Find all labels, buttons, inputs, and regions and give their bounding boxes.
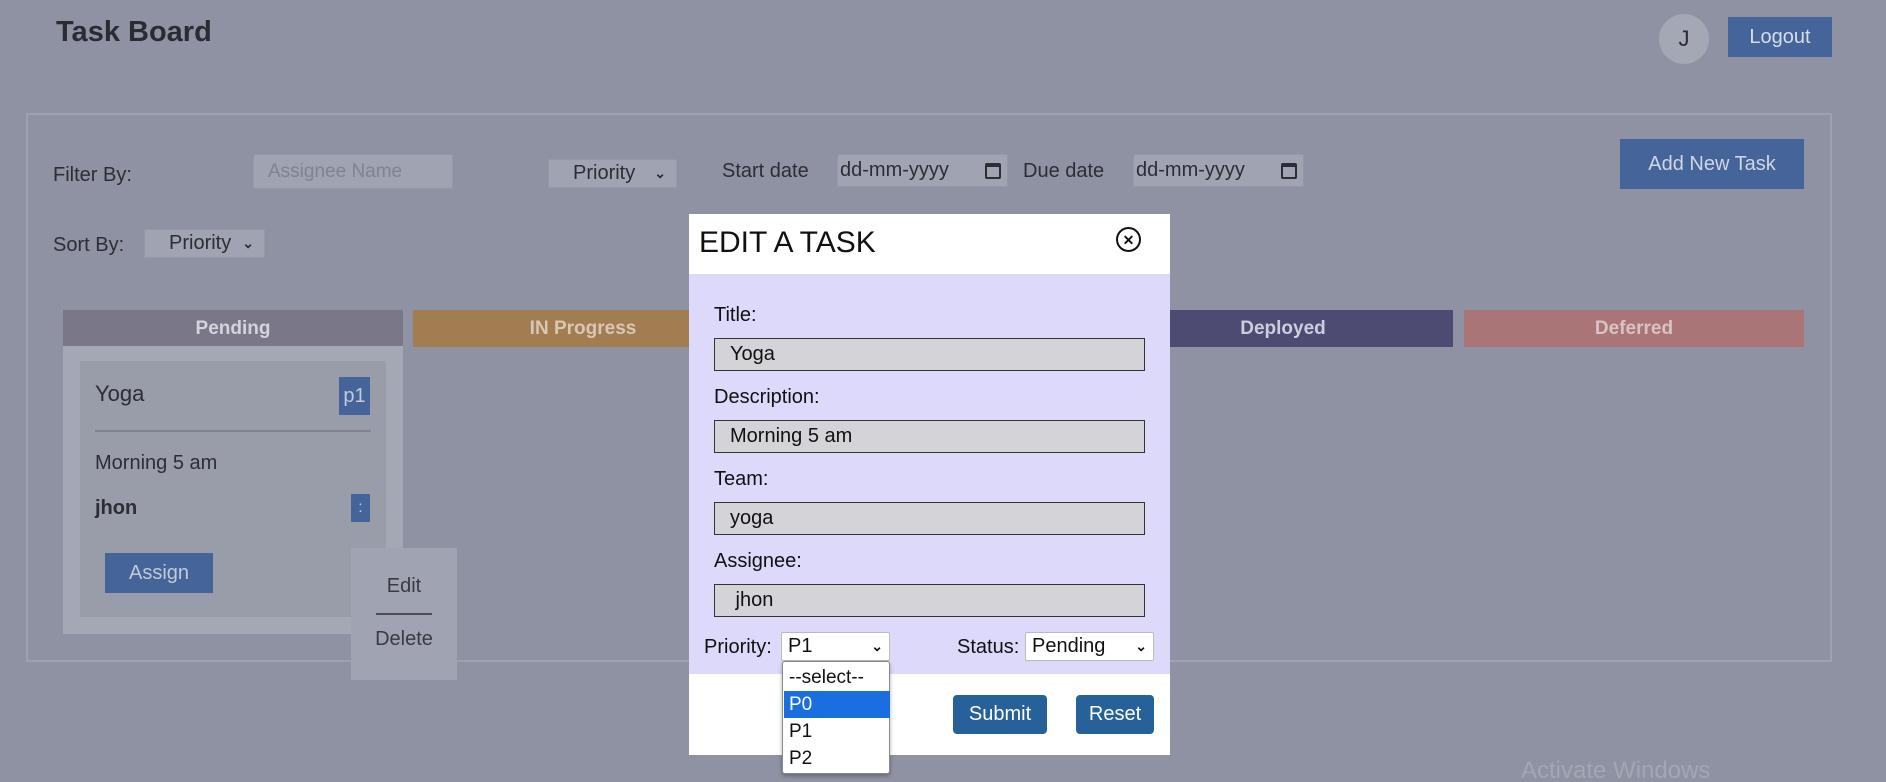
- filter-by-label: Filter By:: [53, 164, 132, 186]
- app-title: Task Board: [56, 16, 212, 48]
- due-date-input[interactable]: dd-mm-yyyy: [1133, 154, 1304, 187]
- add-new-task-button[interactable]: Add New Task: [1620, 139, 1804, 189]
- task-menu-button[interactable]: :: [351, 494, 370, 522]
- reset-button[interactable]: Reset: [1076, 695, 1154, 734]
- delete-menu-item[interactable]: Delete: [351, 628, 457, 651]
- status-select[interactable]: Pending ⌄: [1025, 632, 1154, 661]
- sort-select[interactable]: Priority ⌄: [144, 229, 265, 258]
- chevron-down-icon: ⌄: [654, 165, 666, 181]
- calendar-icon[interactable]: [985, 162, 1001, 179]
- start-date-label: Start date: [722, 160, 809, 182]
- start-date-value: dd-mm-yyyy: [840, 159, 949, 181]
- priority-select-value: P1: [788, 635, 813, 657]
- chevron-down-icon: ⌄: [871, 638, 883, 654]
- chevron-down-icon: ⌄: [242, 235, 254, 251]
- sort-by-label: Sort By:: [53, 234, 125, 256]
- card-divider: [95, 430, 371, 432]
- priority-option-select[interactable]: --select--: [784, 664, 890, 691]
- status-label: Status:: [957, 636, 1020, 658]
- due-date-label: Due date: [1023, 160, 1105, 182]
- column-header-pending: Pending: [63, 310, 403, 347]
- submit-button[interactable]: Submit: [953, 695, 1047, 734]
- assignee-label: Assignee:: [714, 550, 802, 572]
- team-input[interactable]: yoga: [714, 502, 1145, 535]
- priority-option-p0[interactable]: P0: [784, 691, 890, 718]
- task-assignee: jhon: [95, 497, 138, 519]
- assignee-input[interactable]: jhon: [714, 584, 1145, 617]
- sort-select-value: Priority: [169, 232, 232, 254]
- edit-menu-item[interactable]: Edit: [351, 575, 457, 598]
- priority-filter-select[interactable]: Priority ⌄: [548, 159, 677, 188]
- title-label: Title:: [714, 304, 757, 326]
- chevron-down-icon: ⌄: [1135, 638, 1147, 654]
- status-select-value: Pending: [1032, 635, 1106, 657]
- description-label: Description:: [714, 386, 820, 408]
- priority-filter-value: Priority: [573, 162, 636, 184]
- assignee-filter-input[interactable]: Assignee Name: [253, 154, 453, 189]
- priority-badge: p1: [339, 377, 370, 415]
- due-date-value: dd-mm-yyyy: [1136, 159, 1245, 181]
- task-title: Yoga: [95, 381, 145, 406]
- priority-option-p2[interactable]: P2: [784, 745, 890, 772]
- task-description: Morning 5 am: [95, 452, 218, 474]
- title-input[interactable]: Yoga: [714, 338, 1145, 371]
- priority-select[interactable]: P1 ⌄: [781, 632, 890, 661]
- priority-label: Priority:: [704, 636, 772, 658]
- avatar[interactable]: J: [1659, 14, 1709, 64]
- priority-dropdown-list: --select-- P0 P1 P2: [782, 661, 890, 774]
- logout-button[interactable]: Logout: [1728, 17, 1832, 57]
- assign-button[interactable]: Assign: [105, 553, 213, 593]
- start-date-input[interactable]: dd-mm-yyyy: [837, 154, 1008, 187]
- windows-activation-watermark: Activate Windows: [1521, 757, 1711, 782]
- modal-title: EDIT A TASK: [699, 226, 876, 259]
- close-icon[interactable]: ✕: [1116, 227, 1141, 252]
- column-header-deferred: Deferred: [1464, 310, 1804, 347]
- menu-divider: [376, 613, 432, 615]
- priority-option-p1[interactable]: P1: [784, 718, 890, 745]
- team-label: Team:: [714, 468, 769, 490]
- calendar-icon[interactable]: [1281, 162, 1297, 179]
- description-input[interactable]: Morning 5 am: [714, 420, 1145, 453]
